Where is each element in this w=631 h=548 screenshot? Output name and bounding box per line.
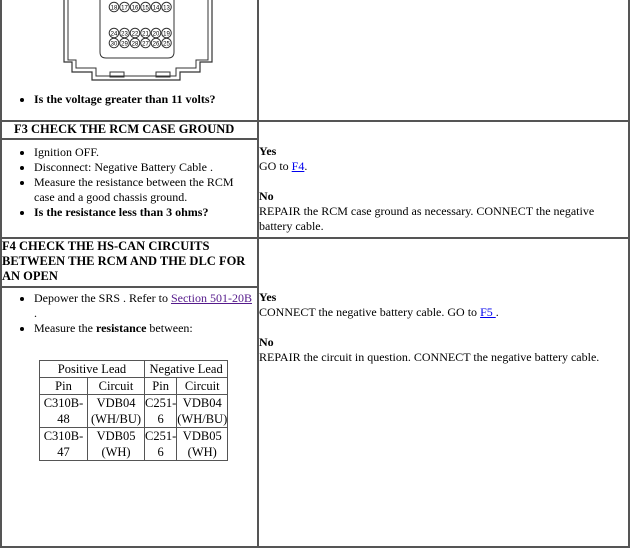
- pin-number: 14: [153, 5, 160, 11]
- pin-number: 13: [163, 5, 170, 11]
- f3-step: Ignition OFF.: [34, 145, 257, 160]
- pin-number: 15: [142, 5, 149, 11]
- f4-goto-f5-link[interactable]: F5: [480, 305, 496, 319]
- f4-step: Depower the SRS . Refer to Section 501-2…: [34, 291, 257, 321]
- f3-yes-text: GO to F4.: [259, 159, 308, 173]
- f2-cell: 1817 1615 1413 2423 2221 2019 3029 2827 2625 Is …: [0, 0, 259, 122]
- pin-number: 20: [153, 31, 160, 37]
- f4-steps-cell: Depower the SRS . Refer to Section 501-2…: [0, 286, 259, 548]
- pin-number: 27: [142, 41, 149, 47]
- f3-steps-cell: Ignition OFF. Disconnect: Negative Batte…: [0, 138, 259, 239]
- f3-question: Is the resistance less than 3 ohms?: [34, 205, 257, 220]
- table-row: C310B-48 VDB04 (WH/BU) C251-6 VDB04 (WH/…: [38, 394, 229, 428]
- pin-number: 22: [132, 31, 139, 37]
- f4-no-text: REPAIR the circuit in question. CONNECT …: [259, 350, 600, 364]
- pin-number: 18: [111, 5, 118, 11]
- pin-number: 21: [142, 31, 149, 37]
- f4-yes-label: Yes: [259, 290, 277, 304]
- pin-number: 23: [121, 31, 128, 37]
- f3-yes-label: Yes: [259, 144, 277, 158]
- f3-no-text: REPAIR the RCM case ground as necessary.…: [259, 204, 595, 233]
- f3-step: Measure the resistance between the RCM c…: [34, 175, 257, 205]
- group-header: Negative Lead: [143, 360, 229, 378]
- f4-step: Measure the resistance between:: [34, 321, 257, 336]
- f3-title: F3 CHECK THE RCM CASE GROUND: [0, 120, 259, 140]
- pin-number: 29: [121, 41, 128, 47]
- group-header: Positive Lead: [39, 360, 145, 378]
- pin-number: 30: [111, 41, 118, 47]
- f2-question: Is the voltage greater than 11 volts?: [34, 92, 257, 107]
- section-501-20b-link[interactable]: Section 501-20B: [171, 291, 252, 305]
- f4-yes-text: CONNECT the negative battery cable. GO t…: [259, 305, 499, 319]
- pin-number: 24: [111, 31, 118, 37]
- f4-result-cell: Yes CONNECT the negative battery cable. …: [257, 237, 630, 548]
- f3-no-label: No: [259, 189, 274, 203]
- connector-diagram: 18 17 16 15 14 13 24 23 22 21 20 19 30 29 28 27 26 25: [63, 0, 213, 81]
- column-header: Pin: [143, 377, 178, 395]
- f3-goto-f4-link[interactable]: F4: [292, 159, 305, 173]
- f3-step: Disconnect: Negative Battery Cable .: [34, 160, 257, 175]
- pin-number: 28: [132, 41, 139, 47]
- pin-number: 17: [121, 5, 128, 11]
- connector-pins: 18 17 16 15 14 13 24 23 22 21 20 19 30 29 28 27 26 25: [108, 1, 172, 49]
- pin-number: 26: [153, 41, 160, 47]
- table-row: C310B-47 VDB05 (WH) C251-6 VDB05 (WH): [38, 427, 229, 461]
- pin-number: 19: [163, 31, 170, 37]
- column-header: Circuit: [87, 377, 145, 395]
- resistance-table: Positive Lead Negative Lead Pin Circuit …: [38, 360, 229, 461]
- f4-title: F4 CHECK THE HS-CAN CIRCUITS BETWEEN THE…: [0, 237, 259, 288]
- column-header: Pin: [38, 377, 89, 395]
- f2-result-cell: [257, 0, 630, 122]
- pin-number: 16: [132, 5, 139, 11]
- column-header: Circuit: [176, 377, 229, 395]
- f3-result-cell: Yes GO to F4. No REPAIR the RCM case gro…: [257, 120, 630, 239]
- f4-no-label: No: [259, 335, 274, 349]
- pin-number: 25: [163, 41, 170, 47]
- diagnostic-table: 1817 1615 1413 2423 2221 2019 3029 2827 2625 Is …: [0, 0, 630, 548]
